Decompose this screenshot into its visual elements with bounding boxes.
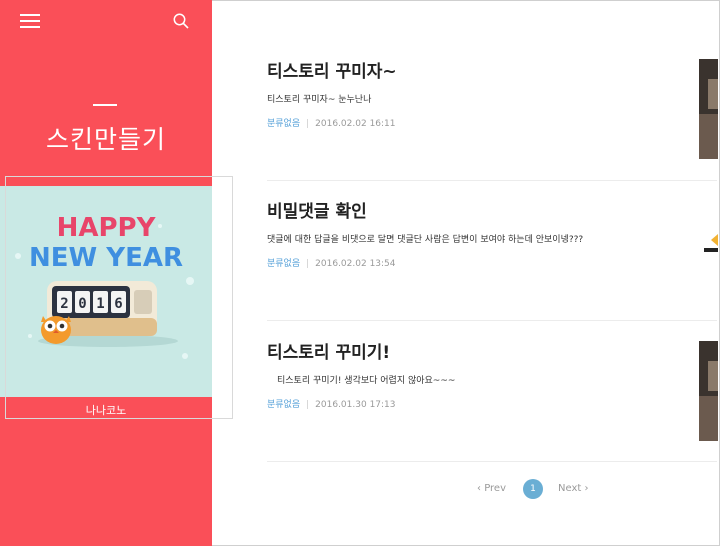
post-title[interactable]: 비밀댓글 확인 [267, 197, 717, 222]
pagination: ‹ Prev 1 Next › [477, 478, 597, 500]
brand-dash [93, 104, 117, 106]
post-item: 비밀댓글 확인 댓글에 대한 답글을 비댓으로 달면 댓글단 사람은 답변이 보… [267, 197, 717, 269]
post-thumbnail[interactable] [699, 341, 718, 441]
next-page-link[interactable]: Next › [558, 483, 588, 494]
current-page-button[interactable]: 1 [523, 479, 543, 499]
post-title[interactable]: 티스토리 꾸미기! [267, 338, 717, 363]
meta-separator: | [306, 119, 310, 129]
post-excerpt: 티스토리 꾸미자~ 눈누난나 [267, 95, 372, 105]
hamburger-menu-icon[interactable] [20, 13, 40, 29]
post-excerpt: 댓글에 대한 답글을 비댓으로 달면 댓글단 사람은 답변이 보여야 하는데 안… [267, 235, 584, 245]
post-excerpt: 티스토리 꾸미기! 생각보다 어렵지 않아요~~~ [277, 376, 456, 386]
prev-label: Prev [484, 483, 507, 494]
meta-separator: | [306, 259, 310, 269]
meta-separator: | [306, 400, 310, 410]
search-icon[interactable] [173, 13, 189, 29]
chevron-left-icon: ‹ [477, 483, 481, 494]
chevron-right-icon: › [584, 483, 589, 494]
post-divider [267, 320, 717, 321]
post-meta: 분류없음 | 2016.02.02 13:54 [267, 256, 717, 269]
post-divider [267, 180, 717, 181]
post-meta: 분류없음 | 2016.01.30 17:13 [267, 397, 717, 410]
next-label: Next [558, 483, 582, 494]
post-category[interactable]: 분류없음 [267, 119, 300, 129]
post-item: 티스토리 꾸미기! 티스토리 꾸미기! 생각보다 어렵지 않아요~~~ 분류없음… [267, 338, 717, 410]
post-divider [267, 461, 717, 462]
post-category[interactable]: 분류없음 [267, 400, 300, 410]
blog-title[interactable]: 스킨만들기 [0, 120, 212, 156]
post-date: 2016.01.30 17:13 [315, 400, 396, 410]
post-date: 2016.02.02 13:54 [315, 259, 396, 269]
post-meta: 분류없음 | 2016.02.02 16:11 [267, 116, 717, 129]
post-thumbnail[interactable] [699, 59, 718, 159]
profile-outline [5, 176, 233, 419]
post-date: 2016.02.02 16:11 [315, 119, 396, 129]
post-item: 티스토리 꾸미자~ 티스토리 꾸미자~ 눈누난나 분류없음 | 2016.02.02… [267, 57, 717, 129]
post-category[interactable]: 분류없음 [267, 259, 300, 269]
prev-page-link[interactable]: ‹ Prev [477, 483, 506, 494]
post-title[interactable]: 티스토리 꾸미자~ [267, 57, 717, 82]
post-thumbnail[interactable] [699, 200, 718, 300]
